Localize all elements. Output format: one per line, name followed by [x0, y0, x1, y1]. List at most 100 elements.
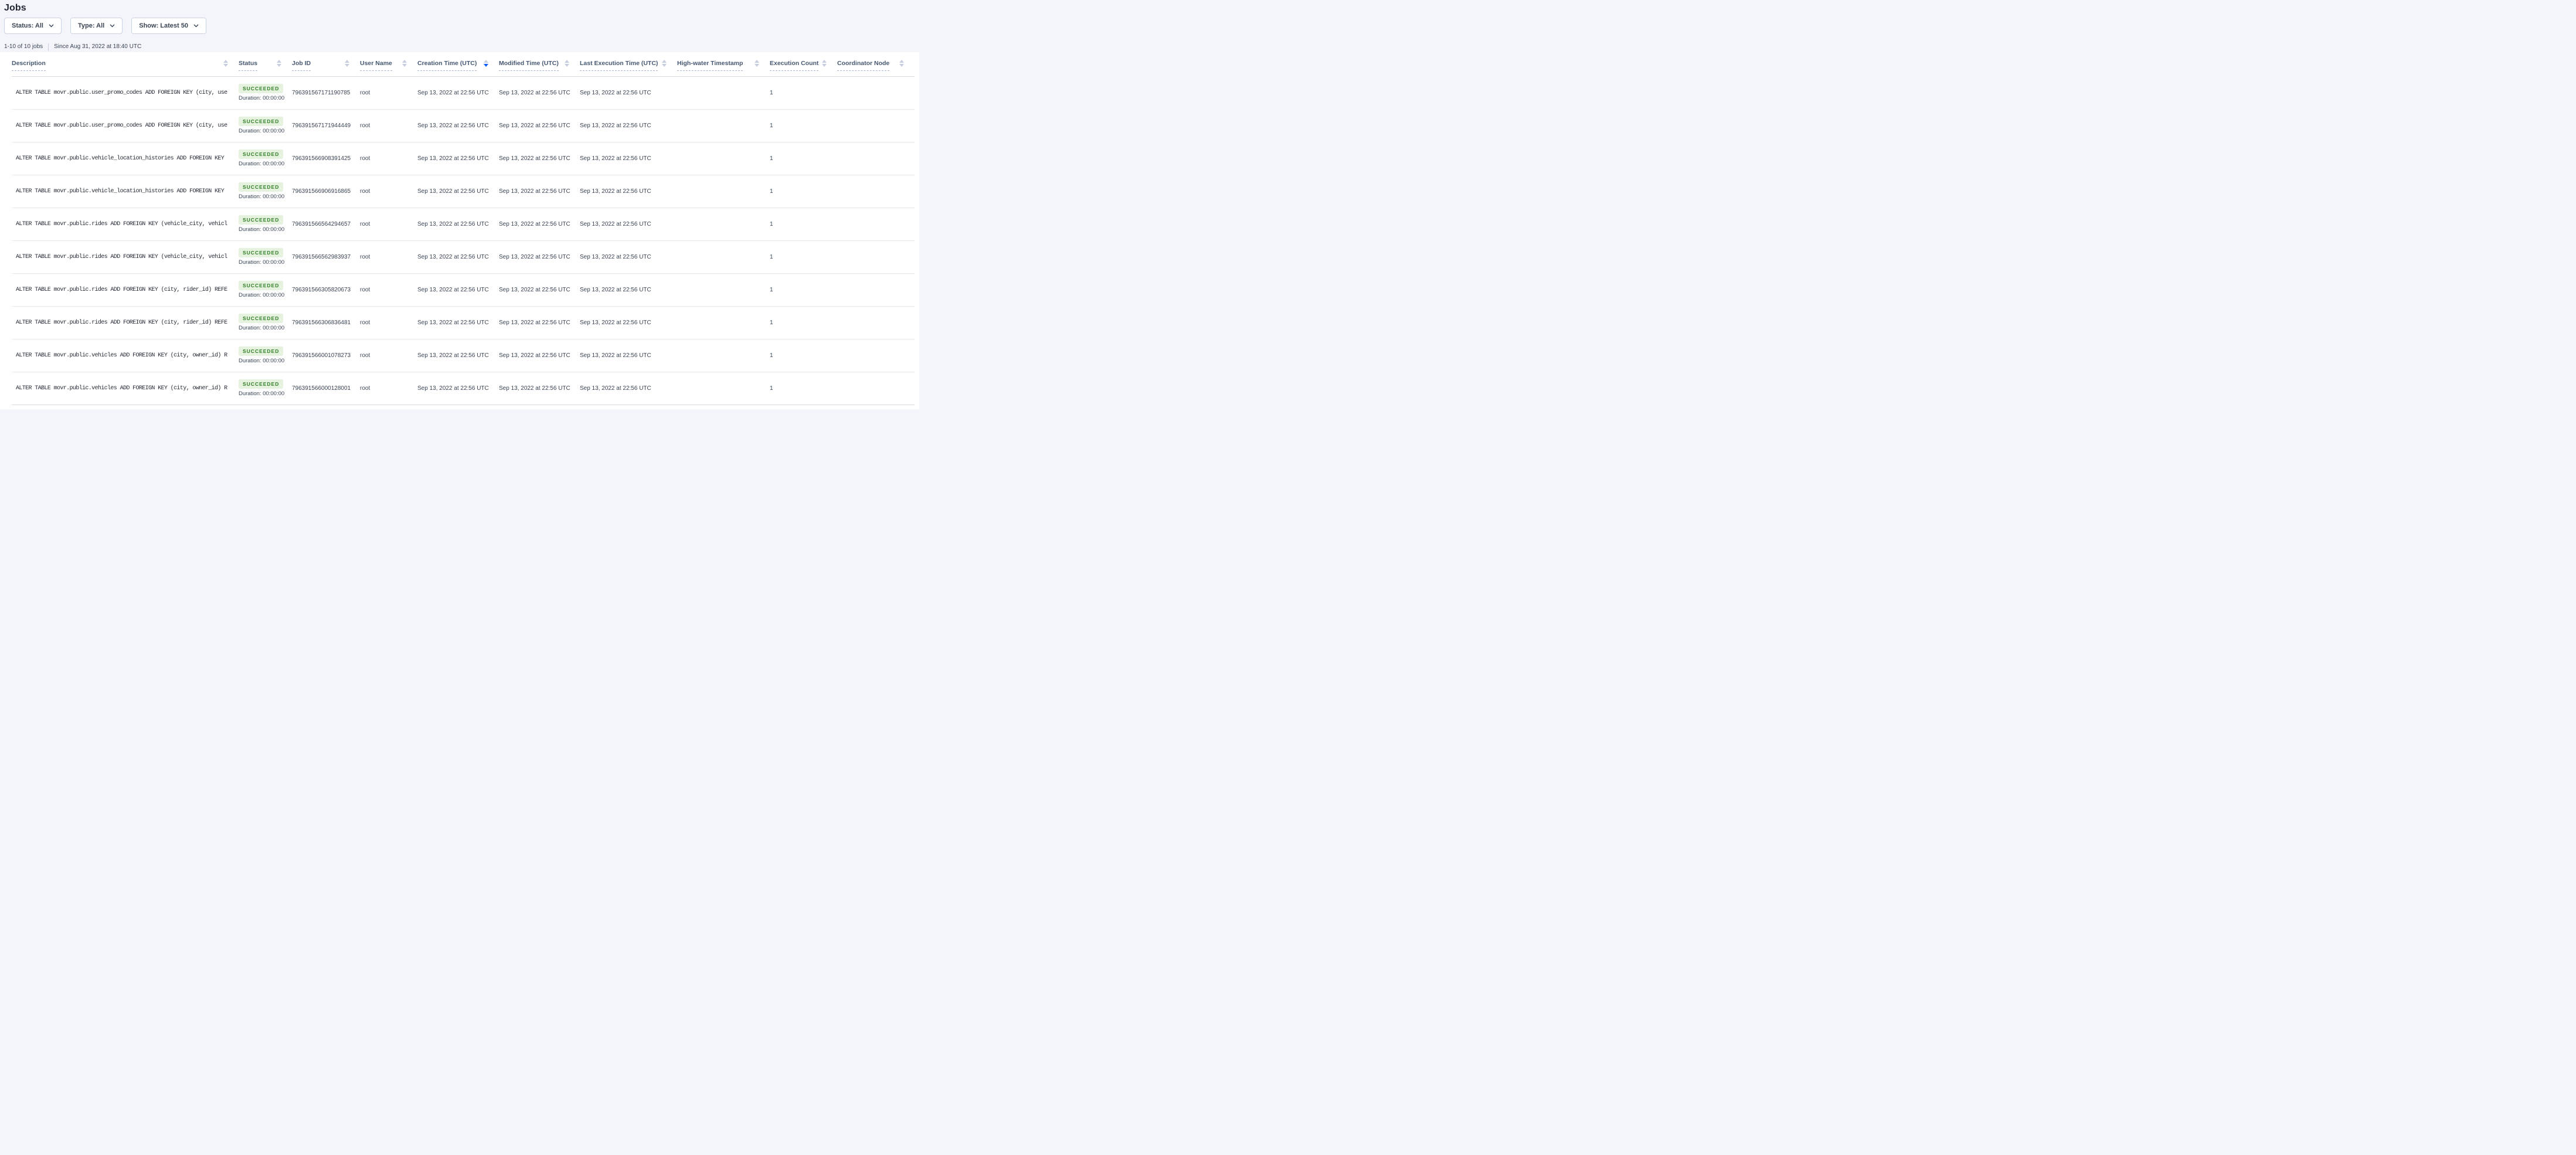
job-description-cell[interactable]: ALTER TABLE movr.public.rides ADD FOREIG… — [12, 306, 239, 339]
sort-up-icon — [822, 60, 827, 63]
user-name-cell: root — [360, 306, 417, 339]
job-description-cell[interactable]: ALTER TABLE movr.public.vehicle_location… — [12, 175, 239, 208]
creation-time-cell: Sep 13, 2022 at 22:56 UTC — [417, 306, 499, 339]
duration-label: Duration: 00:00:00 — [239, 193, 284, 200]
job-description-cell[interactable]: ALTER TABLE movr.public.vehicle_location… — [12, 142, 239, 175]
coordinator-node-cell — [837, 175, 915, 208]
results-summary: 1-10 of 10 jobs Since Aug 31, 2022 at 18… — [4, 43, 919, 51]
modified-time-cell: Sep 13, 2022 at 22:56 UTC — [499, 372, 580, 405]
modified-time-cell: Sep 13, 2022 at 22:56 UTC — [499, 76, 580, 109]
high-water-timestamp-cell — [677, 240, 770, 273]
job-description-cell[interactable]: ALTER TABLE movr.public.rides ADD FOREIG… — [12, 208, 239, 240]
creation-time-cell: Sep 13, 2022 at 22:56 UTC — [417, 109, 499, 142]
status-badge: SUCCEEDED — [239, 314, 283, 323]
jobs-table: Description Status Job ID User Name — [12, 52, 915, 405]
type-filter-label: Type: All — [78, 22, 104, 29]
sort-arrows-icon — [755, 60, 759, 67]
coordinator-node-cell — [837, 142, 915, 175]
duration-label: Duration: 00:00:00 — [239, 325, 284, 331]
job-description-cell[interactable]: ALTER TABLE movr.public.rides ADD FOREIG… — [12, 273, 239, 306]
sort-arrows-icon — [565, 60, 569, 67]
user-name-cell: root — [360, 208, 417, 240]
coordinator-node-cell — [837, 208, 915, 240]
job-description-cell[interactable]: ALTER TABLE movr.public.user_promo_codes… — [12, 76, 239, 109]
sort-up-icon — [662, 60, 667, 63]
sort-arrows-icon — [484, 60, 488, 67]
sort-down-icon — [822, 64, 827, 67]
column-header-description[interactable]: Description — [12, 52, 239, 76]
sort-arrows-icon — [822, 60, 827, 67]
creation-time-cell: Sep 13, 2022 at 22:56 UTC — [417, 76, 499, 109]
user-name-cell: root — [360, 76, 417, 109]
column-label: Status — [239, 59, 257, 71]
column-label: Description — [12, 59, 46, 71]
sort-up-icon — [277, 60, 281, 63]
table-row: ALTER TABLE movr.public.vehicle_location… — [12, 142, 915, 175]
column-header-user-name[interactable]: User Name — [360, 52, 417, 76]
coordinator-node-cell — [837, 306, 915, 339]
table-row: ALTER TABLE movr.public.rides ADD FOREIG… — [12, 273, 915, 306]
high-water-timestamp-cell — [677, 372, 770, 405]
job-description-cell[interactable]: ALTER TABLE movr.public.vehicles ADD FOR… — [12, 372, 239, 405]
column-label: High-water Timestamp — [677, 59, 743, 71]
sort-up-icon — [755, 60, 759, 63]
page-title: Jobs — [4, 2, 919, 14]
sort-arrows-icon — [402, 60, 407, 67]
table-row: ALTER TABLE movr.public.user_promo_codes… — [12, 109, 915, 142]
column-header-status[interactable]: Status — [239, 52, 292, 76]
job-description-cell[interactable]: ALTER TABLE movr.public.rides ADD FOREIG… — [12, 240, 239, 273]
job-id-cell: 796391566908391425 — [292, 142, 360, 175]
job-status-cell: SUCCEEDED Duration: 00:00:00 — [239, 339, 292, 372]
high-water-timestamp-cell — [677, 142, 770, 175]
creation-time-cell: Sep 13, 2022 at 22:56 UTC — [417, 175, 499, 208]
job-status-cell: SUCCEEDED Duration: 00:00:00 — [239, 273, 292, 306]
column-header-last-execution-time[interactable]: Last Execution Time (UTC) — [580, 52, 677, 76]
column-header-modified-time[interactable]: Modified Time (UTC) — [499, 52, 580, 76]
job-status-cell: SUCCEEDED Duration: 00:00:00 — [239, 142, 292, 175]
creation-time-cell: Sep 13, 2022 at 22:56 UTC — [417, 273, 499, 306]
sort-arrows-icon — [223, 60, 228, 67]
type-filter-dropdown[interactable]: Type: All — [70, 18, 123, 34]
sort-down-icon — [565, 64, 569, 67]
high-water-timestamp-cell — [677, 306, 770, 339]
job-id-cell: 796391566001078273 — [292, 339, 360, 372]
table-header-row: Description Status Job ID User Name — [12, 52, 915, 76]
job-description-cell[interactable]: ALTER TABLE movr.public.user_promo_codes… — [12, 109, 239, 142]
job-id-cell: 796391566906916865 — [292, 175, 360, 208]
last-execution-time-cell: Sep 13, 2022 at 22:56 UTC — [580, 175, 677, 208]
modified-time-cell: Sep 13, 2022 at 22:56 UTC — [499, 306, 580, 339]
last-execution-time-cell: Sep 13, 2022 at 22:56 UTC — [580, 372, 677, 405]
job-description-cell[interactable]: ALTER TABLE movr.public.vehicles ADD FOR… — [12, 339, 239, 372]
creation-time-cell: Sep 13, 2022 at 22:56 UTC — [417, 142, 499, 175]
status-badge: SUCCEEDED — [239, 182, 283, 192]
job-id-cell: 796391566564294657 — [292, 208, 360, 240]
column-header-coordinator-node[interactable]: Coordinator Node — [837, 52, 915, 76]
job-status-cell: SUCCEEDED Duration: 00:00:00 — [239, 76, 292, 109]
column-header-execution-count[interactable]: Execution Count — [770, 52, 837, 76]
coordinator-node-cell — [837, 76, 915, 109]
chevron-down-icon — [193, 22, 199, 29]
execution-count-cell: 1 — [770, 208, 837, 240]
column-header-creation-time[interactable]: Creation Time (UTC) — [417, 52, 499, 76]
execution-count-cell: 1 — [770, 76, 837, 109]
duration-label: Duration: 00:00:00 — [239, 358, 284, 364]
table-row: ALTER TABLE movr.public.vehicles ADD FOR… — [12, 339, 915, 372]
last-execution-time-cell: Sep 13, 2022 at 22:56 UTC — [580, 273, 677, 306]
user-name-cell: root — [360, 372, 417, 405]
sort-down-icon — [402, 64, 407, 67]
user-name-cell: root — [360, 240, 417, 273]
status-badge: SUCCEEDED — [239, 215, 283, 225]
sort-down-icon — [345, 64, 349, 67]
execution-count-cell: 1 — [770, 240, 837, 273]
sort-down-icon — [662, 64, 667, 67]
sort-down-icon — [899, 64, 904, 67]
job-id-cell: 796391566000128001 — [292, 372, 360, 405]
duration-label: Duration: 00:00:00 — [239, 161, 284, 167]
status-filter-dropdown[interactable]: Status: All — [4, 18, 62, 34]
filters-bar: Status: All Type: All Show: Latest 50 — [4, 18, 919, 34]
column-header-high-water-timestamp[interactable]: High-water Timestamp — [677, 52, 770, 76]
sort-up-icon — [402, 60, 407, 63]
column-header-job-id[interactable]: Job ID — [292, 52, 360, 76]
show-filter-dropdown[interactable]: Show: Latest 50 — [131, 18, 206, 34]
column-label: Coordinator Node — [837, 59, 889, 71]
